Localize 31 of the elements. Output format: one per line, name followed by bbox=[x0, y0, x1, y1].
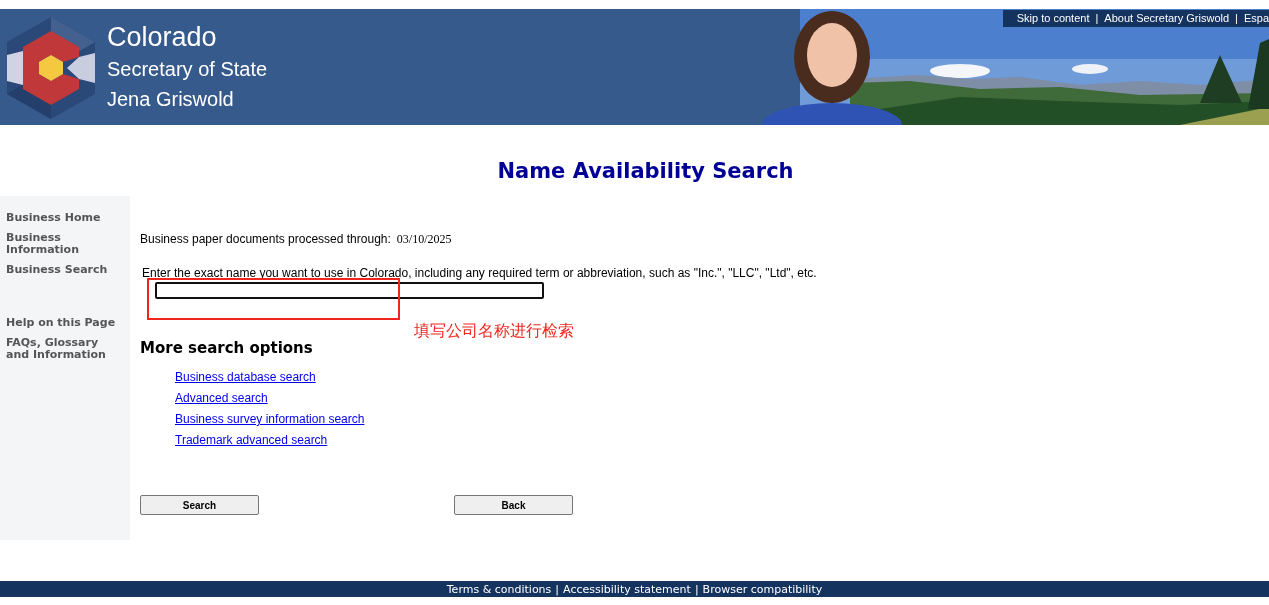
separator: | bbox=[1235, 12, 1238, 24]
search-button[interactable]: Search bbox=[140, 495, 259, 515]
separator: | bbox=[1095, 12, 1099, 24]
header-link[interactable]: About Secretary Griswold bbox=[1104, 12, 1230, 24]
search-link[interactable]: Advanced search bbox=[175, 391, 817, 405]
name-input-field[interactable] bbox=[155, 282, 544, 299]
official-name: Jena Griswold bbox=[107, 87, 235, 112]
footer-link[interactable]: Accessibility statement bbox=[563, 582, 691, 596]
footer-link[interactable]: Terms & conditions bbox=[446, 582, 552, 596]
footer-link[interactable]: Browser compatibility bbox=[702, 582, 823, 596]
site-title: Colorado bbox=[107, 21, 218, 54]
section-heading: More search options bbox=[140, 339, 314, 357]
search-link[interactable]: Business database search bbox=[175, 370, 817, 384]
search-link[interactable]: Trademark advanced search bbox=[175, 433, 817, 447]
header-link[interactable]: Skip to content bbox=[1016, 12, 1090, 24]
sidebar-link[interactable]: Business Home bbox=[6, 212, 124, 224]
header-link[interactable]: Espa bbox=[1243, 12, 1269, 24]
hexagon-logo-icon bbox=[7, 17, 95, 119]
annotation-text: 填写公司名称进行检索 bbox=[414, 321, 574, 341]
search-link[interactable]: Business survey information search bbox=[175, 412, 817, 426]
back-button[interactable]: Back bbox=[454, 495, 573, 515]
sidebar-link[interactable]: Business Search bbox=[6, 264, 124, 276]
sidebar-link[interactable]: Business Information bbox=[6, 232, 124, 256]
processed-label: Business paper documents processed through: bbox=[140, 232, 391, 246]
processed-date: 03/10/2025 bbox=[396, 232, 452, 246]
site-subtitle: Secretary of State bbox=[107, 57, 268, 82]
separator: | bbox=[555, 582, 560, 596]
sidebar-link[interactable]: Help on this Page bbox=[6, 317, 124, 329]
sidebar-link[interactable]: FAQs, Glossary and Information bbox=[6, 337, 124, 361]
page-title: Name Availability Search bbox=[496, 158, 795, 185]
separator: | bbox=[694, 582, 699, 596]
